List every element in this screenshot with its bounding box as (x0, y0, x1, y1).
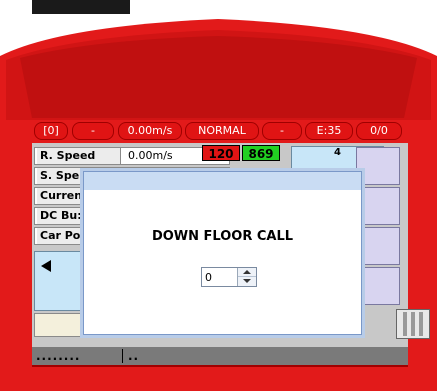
floor-spinner[interactable] (201, 267, 257, 287)
status-mode: NORMAL (185, 122, 259, 140)
grid-button[interactable] (356, 227, 400, 265)
grid-button[interactable] (356, 147, 400, 185)
dialog-titlebar[interactable] (84, 172, 361, 190)
floor-spinner-input[interactable] (205, 270, 235, 284)
status-error-code: E:35 (305, 122, 353, 140)
status-speed: 0.00m/s (118, 122, 182, 140)
spinner-buttons (237, 268, 256, 286)
status-floor-index: [0] (34, 122, 68, 140)
spin-up-button[interactable] (238, 268, 256, 277)
grid-button[interactable] (356, 267, 400, 305)
dots-separator (122, 349, 123, 363)
speed-green-box: 869 (242, 145, 280, 161)
status-bar: [0] - 0.00m/s NORMAL - E:35 0/0 (32, 119, 404, 143)
spin-down-icon (243, 279, 251, 283)
info-row-label: R. Speed (37, 148, 121, 164)
position-dots-bar: ........ .. (32, 347, 408, 365)
dialog-message: DOWN FLOOR CALL (151, 229, 294, 244)
floor-call-dialog: DOWN FLOOR CALL (83, 171, 362, 335)
status-count: 0/0 (356, 122, 402, 140)
status-direction: - (72, 122, 114, 140)
door-icon[interactable] (396, 309, 430, 339)
button-grid (356, 147, 400, 307)
dots-right: .. (128, 349, 140, 363)
spin-up-icon (243, 270, 251, 274)
floor-display-value: 4 (334, 147, 341, 158)
status-dash: - (262, 122, 302, 140)
info-row-r-speed: R. Speed 0.00m/s (34, 147, 230, 165)
info-row-value: 0.00m/s (128, 149, 173, 162)
left-arrow-icon (41, 260, 51, 272)
grid-button[interactable] (356, 187, 400, 225)
dots-left: ........ (36, 349, 81, 363)
spin-down-button[interactable] (238, 277, 256, 286)
speed-red-box: 120 (202, 145, 240, 161)
